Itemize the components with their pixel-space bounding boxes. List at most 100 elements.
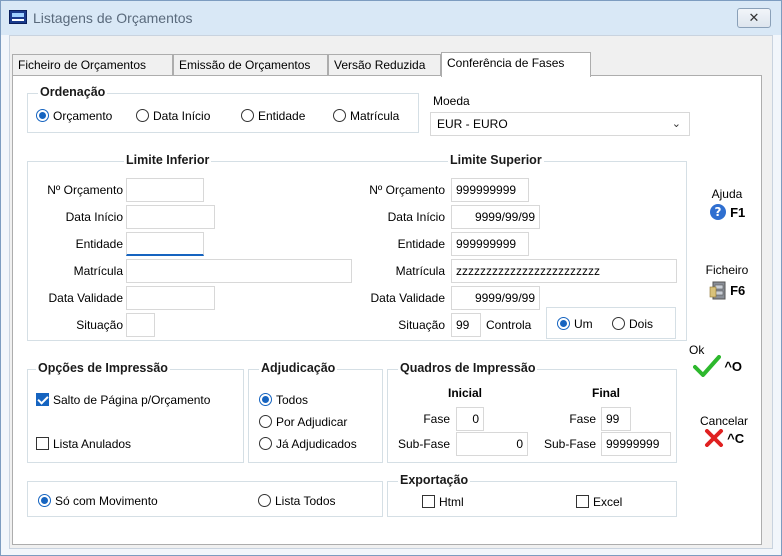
inf-orcamento-input[interactable]: [126, 178, 204, 202]
html-checkbox[interactable]: Html: [422, 494, 464, 510]
ordenacao-group: Ordenação Orçamento Data Início Entidade…: [27, 85, 419, 133]
moeda-select[interactable]: EUR - EURO ⌄: [430, 112, 690, 136]
radio-dot: [612, 317, 625, 330]
file-cabinet-icon: [709, 281, 726, 300]
opcoes-impressao-group: Opções de Impressão Salto de Página p/Or…: [27, 361, 244, 463]
ok-button[interactable]: Ok ^O: [689, 343, 759, 377]
ok-key: ^O: [724, 359, 743, 374]
chevron-down-icon: ⌄: [671, 118, 681, 130]
ajuda-key: F1: [730, 205, 746, 220]
checkbox-box: [36, 437, 49, 450]
quadros-impressao-group: Quadros de Impressão Inicial Final Fase …: [387, 361, 677, 463]
inf-orcamento-label: Nº Orçamento: [47, 183, 123, 197]
limite-superior-legend: Limite Superior: [448, 153, 544, 167]
radio-label: Matrícula: [350, 109, 400, 123]
salto-pagina-checkbox[interactable]: Salto de Página p/Orçamento: [36, 392, 210, 408]
app-icon: [9, 10, 27, 24]
ajuda-button[interactable]: Ajuda ? F1: [697, 187, 757, 221]
sup-matricula-label: Matrícula: [395, 264, 445, 278]
moeda-label: Moeda: [433, 94, 470, 108]
close-button[interactable]: ✕: [737, 8, 771, 28]
svg-text:?: ?: [714, 205, 721, 219]
radio-label: Lista Todos: [275, 494, 336, 508]
inf-entidade-label: Entidade: [75, 237, 123, 251]
radio-label: Orçamento: [53, 109, 113, 123]
fase-final-label: Fase: [569, 412, 596, 426]
subfase-inicial-label: Sub-Fase: [397, 437, 450, 451]
lista-anulados-checkbox[interactable]: Lista Anulados: [36, 436, 131, 452]
quadros-impressao-legend: Quadros de Impressão: [398, 361, 538, 375]
radio-controla-um[interactable]: Um: [557, 316, 593, 332]
cancelar-button[interactable]: Cancelar ^C: [689, 414, 759, 447]
inf-entidade-input[interactable]: [126, 232, 204, 256]
radio-lista-todos[interactable]: Lista Todos: [258, 493, 336, 509]
subfase-final-input[interactable]: 99999999: [601, 432, 671, 456]
radio-adj-ja-adjudicados[interactable]: Já Adjudicados: [259, 436, 357, 452]
fase-final-input[interactable]: 99: [601, 407, 631, 431]
check-icon: [693, 355, 721, 377]
radio-dot: [259, 393, 272, 406]
checkbox-box: [36, 393, 49, 406]
fase-inicial-label: Fase: [423, 412, 450, 426]
radio-dot: [36, 109, 49, 122]
help-icon: ?: [709, 204, 726, 220]
sup-matricula-input[interactable]: zzzzzzzzzzzzzzzzzzzzzzzz: [451, 259, 677, 283]
radio-label: Dois: [629, 317, 654, 331]
sup-entidade-input[interactable]: 999999999: [451, 232, 529, 256]
fase-inicial-input[interactable]: 0: [456, 407, 484, 431]
radio-label: Um: [574, 317, 593, 331]
sup-data-validade-label: Data Validade: [370, 291, 446, 305]
radio-adj-todos[interactable]: Todos: [259, 392, 308, 408]
inf-data-validade-input[interactable]: [126, 286, 215, 310]
opcoes-impressao-legend: Opções de Impressão: [36, 361, 170, 375]
moeda-value: EUR - EURO: [437, 117, 508, 131]
cancelar-key: ^C: [727, 431, 745, 446]
radio-ordem-matricula[interactable]: Matrícula: [333, 108, 399, 124]
radio-controla-dois[interactable]: Dois: [612, 316, 653, 332]
inf-situacao-label: Situação: [76, 318, 123, 332]
inf-data-inicio-input[interactable]: [126, 205, 215, 229]
excel-checkbox[interactable]: Excel: [576, 494, 622, 510]
quadros-final-header: Final: [592, 386, 621, 400]
checkbox-label: Salto de Página p/Orçamento: [53, 393, 211, 407]
sup-data-inicio-input[interactable]: 9999/99/99: [451, 205, 540, 229]
tab-conferencia-fases[interactable]: Conferência de Fases: [441, 52, 591, 77]
radio-ordem-entidade[interactable]: Entidade: [241, 108, 305, 124]
cancelar-label: Cancelar: [699, 414, 749, 428]
sup-entidade-label: Entidade: [397, 237, 445, 251]
client-area: Ficheiro de Orçamentos Emissão de Orçame…: [9, 35, 773, 549]
radio-dot: [557, 317, 570, 330]
inf-matricula-input[interactable]: [126, 259, 352, 283]
inf-situacao-input[interactable]: [126, 313, 155, 337]
radio-ordem-orcamento[interactable]: Orçamento: [36, 108, 112, 124]
sup-orcamento-input[interactable]: 999999999: [451, 178, 529, 202]
tab-versao-reduzida[interactable]: Versão Reduzida: [328, 54, 441, 76]
adjudicacao-group: Adjudicação Todos Por Adjudicar Já Adjud…: [248, 361, 383, 463]
ordenacao-legend: Ordenação: [38, 85, 108, 99]
radio-dot: [333, 109, 346, 122]
cancel-x-icon: [704, 429, 723, 447]
radio-label: Data Início: [153, 109, 211, 123]
inf-data-validade-label: Data Validade: [48, 291, 124, 305]
subfase-inicial-input[interactable]: 0: [456, 432, 528, 456]
radio-label: Todos: [276, 393, 309, 407]
checkbox-label: Html: [439, 495, 464, 509]
ficheiro-button[interactable]: Ficheiro F6: [697, 263, 757, 300]
checkbox-label: Excel: [593, 495, 623, 509]
sup-situacao-input[interactable]: 99: [451, 313, 481, 337]
radio-adj-por-adjudicar[interactable]: Por Adjudicar: [259, 414, 347, 430]
radio-so-com-movimento[interactable]: Só com Movimento: [38, 493, 158, 509]
ficheiro-label: Ficheiro: [705, 263, 749, 277]
inf-matricula-label: Matrícula: [73, 264, 123, 278]
radio-ordem-data-inicio[interactable]: Data Início: [136, 108, 210, 124]
exportacao-group: Exportação Html Excel: [387, 473, 677, 517]
sup-data-validade-input[interactable]: 9999/99/99: [451, 286, 540, 310]
movimento-group: Só com Movimento Lista Todos: [27, 481, 383, 517]
tab-ficheiro-orcamentos[interactable]: Ficheiro de Orçamentos: [12, 54, 173, 76]
tab-emissao-orcamentos[interactable]: Emissão de Orçamentos: [173, 54, 328, 76]
radio-dot: [241, 109, 254, 122]
ficheiro-key: F6: [730, 283, 746, 298]
limite-inferior-legend: Limite Inferior: [124, 153, 212, 167]
radio-dot: [38, 494, 51, 507]
checkbox-box: [422, 495, 435, 508]
